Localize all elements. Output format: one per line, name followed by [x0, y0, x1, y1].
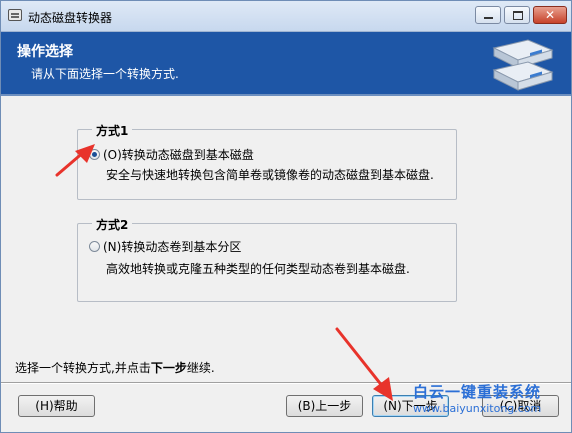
disk-converter-icon [8, 9, 22, 21]
option-1-radio-row[interactable]: (O)转换动态磁盘到基本磁盘 [89, 146, 254, 163]
annotation-arrow-next [335, 327, 393, 401]
instruction-text: 选择一个转换方式,并点击下一步继续. [15, 359, 215, 376]
option-2-label[interactable]: (N)转换动态卷到基本分区 [103, 238, 241, 255]
window-title: 动态磁盘转换器 [28, 11, 113, 25]
close-button[interactable]: ✕ [533, 6, 567, 24]
option-1-description: 安全与快速地转换包含简单卷或镜像卷的动态磁盘到基本磁盘. [106, 168, 434, 182]
help-button[interactable]: (H)帮助 [18, 395, 95, 417]
page-subtitle: 请从下面选择一个转换方式. [31, 67, 179, 81]
instruction-prefix: 选择一个转换方式,并点击 [15, 361, 151, 375]
minimize-button[interactable] [475, 6, 501, 24]
page-title: 操作选择 [17, 44, 73, 60]
disk-drives-icon [492, 39, 554, 91]
back-button[interactable]: (B)上一步 [286, 395, 363, 417]
dialog-window: 动态磁盘转换器 ✕ 操作选择 请从下面选择一个转换方式. 方式1 (O)转换动态… [0, 0, 572, 433]
title-bar[interactable]: 动态磁盘转换器 ✕ [1, 1, 571, 32]
option-2-radio[interactable] [89, 241, 100, 252]
option-1-label[interactable]: (O)转换动态磁盘到基本磁盘 [103, 146, 254, 163]
option-group-1: 方式1 (O)转换动态磁盘到基本磁盘 安全与快速地转换包含简单卷或镜像卷的动态磁… [77, 122, 457, 200]
option-group-2: 方式2 (N)转换动态卷到基本分区 高效地转换或克隆五种类型的任何类型动态卷到基… [77, 216, 457, 302]
close-icon: ✕ [544, 8, 556, 22]
option-2-description: 高效地转换或克隆五种类型的任何类型动态卷到基本磁盘. [106, 262, 410, 276]
instruction-emphasis: 下一步 [150, 361, 187, 375]
maximize-button[interactable] [504, 6, 530, 24]
header-banner: 操作选择 请从下面选择一个转换方式. [1, 32, 571, 96]
instruction-suffix: 继续. [186, 361, 215, 375]
option-1-radio[interactable] [89, 149, 100, 160]
option-2-radio-row[interactable]: (N)转换动态卷到基本分区 [89, 238, 241, 255]
option-group-1-legend: 方式1 [92, 122, 133, 139]
watermark-url: www.baiyunxitong.com [413, 402, 542, 415]
option-group-2-legend: 方式2 [92, 216, 133, 233]
watermark-title: 白云一键重装系统 [413, 383, 542, 401]
